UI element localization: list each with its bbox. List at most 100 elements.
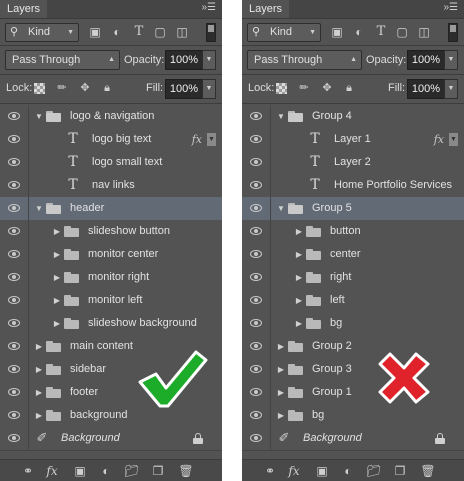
lock-transparent-icon[interactable] — [34, 83, 45, 94]
add-style-icon[interactable]: fx — [286, 463, 302, 479]
group-layer-row[interactable]: ▶ bg — [242, 312, 464, 336]
expand-triangle-open-icon[interactable]: ▼ — [276, 111, 286, 122]
opacity-input[interactable]: 100% — [407, 50, 445, 70]
filter-toggle[interactable] — [448, 23, 458, 42]
lock-image-icon[interactable]: ✏ — [297, 81, 311, 95]
background-layer-row[interactable]: ✐ Background — [242, 427, 464, 451]
visibility-toggle[interactable] — [0, 197, 29, 220]
visibility-toggle[interactable] — [0, 174, 29, 197]
delete-layer-icon[interactable]: 🗑︎ — [420, 463, 436, 479]
visibility-toggle[interactable] — [242, 243, 271, 266]
visibility-toggle[interactable] — [0, 358, 29, 381]
link-layers-icon[interactable]: ⚭ — [20, 463, 36, 479]
text-layer-row[interactable]: Tnav links — [0, 174, 222, 198]
image-filter-icon[interactable]: ▣ — [330, 25, 344, 39]
visibility-toggle[interactable] — [242, 151, 271, 174]
panel-menu-icon[interactable]: »☰ — [443, 2, 458, 14]
add-style-icon[interactable]: fx — [44, 463, 60, 479]
expand-triangle-open-icon[interactable]: ▼ — [34, 203, 44, 214]
text-layer-row[interactable]: T Home Portfolio Services — [242, 174, 464, 198]
filter-toggle[interactable] — [206, 23, 216, 42]
new-layer-icon[interactable]: ❐ — [392, 463, 408, 479]
link-layers-icon[interactable]: ⚭ — [262, 463, 278, 479]
shape-filter-icon[interactable]: ▢ — [153, 25, 167, 39]
visibility-toggle[interactable] — [0, 243, 29, 266]
expand-triangle-icon[interactable]: ▶ — [276, 387, 286, 398]
visibility-toggle[interactable] — [0, 289, 29, 312]
smart-object-filter-icon[interactable]: ◫ — [175, 25, 189, 39]
visibility-toggle[interactable] — [0, 335, 29, 358]
visibility-toggle[interactable] — [242, 128, 271, 151]
lock-position-icon[interactable]: ✥ — [78, 81, 92, 95]
effects-expand-icon[interactable]: ▼ — [207, 133, 216, 146]
adjustment-filter-icon[interactable]: ◐ — [352, 25, 366, 39]
text-layer-row[interactable]: Tlogo small text — [0, 151, 222, 175]
group-layer-row[interactable]: ▶ button — [242, 220, 464, 244]
group-layer-row[interactable]: ▶ right — [242, 266, 464, 290]
visibility-toggle[interactable] — [0, 105, 29, 128]
blend-mode-select[interactable]: Pass Through ▲ — [5, 50, 120, 70]
adjustment-filter-icon[interactable]: ◐ — [110, 25, 124, 39]
visibility-toggle[interactable] — [242, 381, 271, 404]
visibility-toggle[interactable] — [242, 266, 271, 289]
opacity-dropdown-button[interactable]: ▼ — [444, 50, 458, 70]
fill-dropdown-button[interactable]: ▼ — [202, 79, 216, 99]
visibility-toggle[interactable] — [242, 358, 271, 381]
lock-all-icon[interactable]: 🔒︎ — [342, 81, 356, 95]
fill-input[interactable]: 100% — [407, 79, 445, 99]
expand-triangle-icon[interactable]: ▶ — [34, 387, 44, 398]
visibility-toggle[interactable] — [0, 266, 29, 289]
group-layer-row[interactable]: ▶ monitor right — [0, 266, 222, 290]
group-layer-row[interactable]: ▶ monitor left — [0, 289, 222, 313]
expand-triangle-icon[interactable]: ▶ — [276, 341, 286, 352]
group-layer-row[interactable]: ▼ logo & navigation — [0, 105, 222, 129]
expand-triangle-icon[interactable]: ▶ — [276, 364, 286, 375]
group-layer-row[interactable]: ▼ header — [0, 197, 222, 221]
fill-dropdown-button[interactable]: ▼ — [444, 79, 458, 99]
group-layer-row[interactable]: ▶ center — [242, 243, 464, 267]
expand-triangle-icon[interactable]: ▶ — [52, 295, 62, 306]
group-layer-row[interactable]: ▶ slideshow button — [0, 220, 222, 244]
visibility-toggle[interactable] — [0, 381, 29, 404]
visibility-toggle[interactable] — [242, 312, 271, 335]
expand-triangle-icon[interactable]: ▶ — [52, 226, 62, 237]
expand-triangle-icon[interactable]: ▶ — [294, 226, 304, 237]
visibility-toggle[interactable] — [242, 105, 271, 128]
text-layer-row[interactable]: Tlogo big text fx ▼ — [0, 128, 222, 152]
expand-triangle-icon[interactable]: ▶ — [294, 295, 304, 306]
lock-transparent-icon[interactable] — [276, 83, 287, 94]
expand-triangle-icon[interactable]: ▶ — [294, 249, 304, 260]
group-layer-row[interactable]: ▼ Group 5 — [242, 197, 464, 221]
visibility-toggle[interactable] — [0, 220, 29, 243]
type-filter-icon[interactable]: T — [132, 25, 146, 39]
new-layer-icon[interactable]: ❐ — [150, 463, 166, 479]
visibility-toggle[interactable] — [242, 404, 271, 427]
group-layer-row[interactable]: ▼ Group 4 — [242, 105, 464, 129]
filter-kind-select[interactable]: ⚲ Kind ▼ — [247, 23, 321, 42]
expand-triangle-icon[interactable]: ▶ — [34, 364, 44, 375]
visibility-toggle[interactable] — [0, 404, 29, 427]
delete-layer-icon[interactable]: 🗑︎ — [178, 463, 194, 479]
group-layer-row[interactable]: ▶ left — [242, 289, 464, 313]
shape-filter-icon[interactable]: ▢ — [395, 25, 409, 39]
visibility-toggle[interactable] — [242, 289, 271, 312]
blend-mode-select[interactable]: Pass Through ▲ — [247, 50, 362, 70]
new-group-icon[interactable]: 📁︎ — [366, 463, 382, 479]
fill-input[interactable]: 100% — [165, 79, 203, 99]
lock-position-icon[interactable]: ✥ — [320, 81, 334, 95]
expand-triangle-icon[interactable]: ▶ — [34, 410, 44, 421]
visibility-toggle[interactable] — [242, 335, 271, 358]
expand-triangle-icon[interactable]: ▶ — [52, 272, 62, 283]
lock-image-icon[interactable]: ✏ — [55, 81, 69, 95]
expand-triangle-icon[interactable]: ▶ — [34, 341, 44, 352]
effects-expand-icon[interactable]: ▼ — [449, 133, 458, 146]
type-filter-icon[interactable]: T — [374, 25, 388, 39]
group-layer-row[interactable]: ▶ bg — [242, 404, 464, 428]
layers-tab[interactable]: Layers — [242, 0, 290, 18]
opacity-input[interactable]: 100% — [165, 50, 203, 70]
panel-menu-icon[interactable]: »☰ — [201, 2, 216, 14]
expand-triangle-icon[interactable]: ▶ — [276, 410, 286, 421]
image-filter-icon[interactable]: ▣ — [88, 25, 102, 39]
group-layer-row[interactable]: ▶ slideshow background — [0, 312, 222, 336]
visibility-toggle[interactable] — [0, 312, 29, 335]
